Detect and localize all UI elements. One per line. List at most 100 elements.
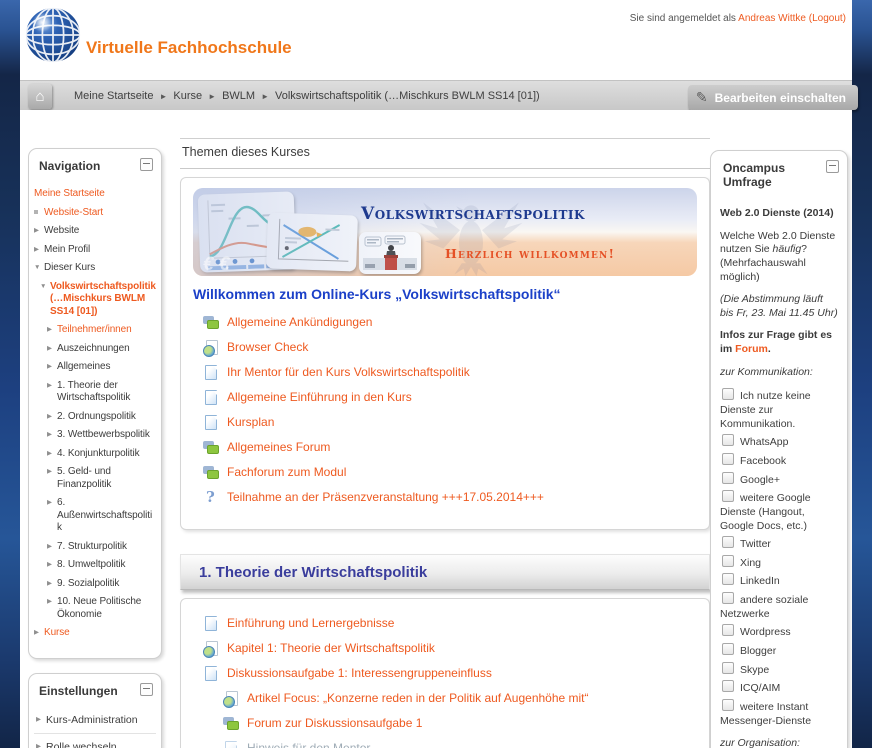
tree-expander-icon[interactable] <box>47 361 57 371</box>
resource-row[interactable]: Ihr Mentor für den Kurs Volkswirtschafts… <box>203 365 699 381</box>
nav-item-label[interactable]: Website-Start <box>44 207 103 220</box>
nav-item[interactable]: Auszeichnungen <box>47 343 156 356</box>
resource-row[interactable]: Hinweis für den Mentor <box>223 741 699 748</box>
nav-item[interactable]: 8. Umweltpolitik <box>47 559 156 572</box>
nav-item[interactable]: 4. Konjunkturpolitik <box>47 448 156 461</box>
resource-row[interactable]: Kursplan <box>203 415 699 431</box>
resource-link[interactable]: Allgemeine Ankündigungen <box>227 315 372 331</box>
checkbox[interactable] <box>722 555 734 567</box>
nav-item[interactable]: Allgemeines <box>47 361 156 374</box>
site-title[interactable]: Virtuelle Fachhochschule <box>86 38 292 58</box>
checkbox[interactable] <box>722 490 734 502</box>
nav-item-label[interactable]: Volkswirtschaftspolitik (…Mischkurs BWLM… <box>50 281 156 319</box>
settings-item-label[interactable]: Rolle wechseln... <box>46 741 125 748</box>
settings-item[interactable]: Kurs-Administration <box>34 707 156 734</box>
tree-expander-icon[interactable] <box>47 596 57 606</box>
nav-item[interactable]: 2. Ordnungspolitik <box>47 411 156 424</box>
nav-item-label[interactable]: Teilnehmer/innen <box>57 324 132 337</box>
checkbox[interactable] <box>722 699 734 711</box>
checkbox[interactable] <box>722 434 734 446</box>
checkbox[interactable] <box>722 453 734 465</box>
nav-item-label[interactable]: 10. Neue Politische Ökonomie <box>57 596 156 621</box>
nav-item[interactable]: Mein Profil <box>34 244 156 257</box>
resource-row[interactable]: Diskussionsaufgabe 1: Interessengruppene… <box>203 666 699 682</box>
checkbox[interactable] <box>722 472 734 484</box>
nav-item-label[interactable]: Dieser Kurs <box>44 262 95 275</box>
breadcrumb-item[interactable]: BWLM <box>222 90 255 102</box>
tree-expander-icon[interactable] <box>47 448 57 458</box>
nav-item[interactable]: 10. Neue Politische Ökonomie <box>47 596 156 621</box>
resource-row[interactable]: Fachforum zum Modul <box>203 465 699 481</box>
edit-mode-button[interactable]: ✎ Bearbeiten einschalten <box>688 85 858 110</box>
checkbox[interactable] <box>722 643 734 655</box>
resource-row[interactable]: Artikel Focus: „Konzerne reden in der Po… <box>223 691 699 707</box>
resource-link[interactable]: Teilnahme an der Präsenzveranstaltung ++… <box>227 490 544 506</box>
resource-link[interactable]: Kapitel 1: Theorie der Wirtschaftspoliti… <box>227 641 435 657</box>
tree-expander-icon[interactable] <box>40 281 50 291</box>
nav-item-label[interactable]: 6. Außenwirtschaftspolitik <box>57 497 156 535</box>
checkbox[interactable] <box>722 592 734 604</box>
tree-expander-icon[interactable] <box>34 244 44 254</box>
nav-item-label[interactable]: Mein Profil <box>44 244 90 257</box>
resource-link[interactable]: Forum zur Diskussionsaufgabe 1 <box>247 716 422 732</box>
tree-expander-icon[interactable] <box>36 741 46 748</box>
nav-item-label[interactable]: 5. Geld- und Finanzpolitik <box>57 466 156 491</box>
resource-row[interactable]: Kapitel 1: Theorie der Wirtschaftspoliti… <box>203 641 699 657</box>
tree-expander-icon[interactable] <box>47 343 57 353</box>
nav-item-label[interactable]: Auszeichnungen <box>57 343 130 356</box>
home-button[interactable]: ⌂ <box>28 84 52 109</box>
nav-item[interactable]: 9. Sozialpolitik <box>47 578 156 591</box>
tree-expander-icon[interactable] <box>34 225 44 235</box>
resource-link[interactable]: Kursplan <box>227 415 274 431</box>
resource-row[interactable]: Teilnahme an der Präsenzveranstaltung ++… <box>203 490 699 506</box>
nav-item-label[interactable]: 3. Wettbewerbspolitik <box>57 429 150 442</box>
nav-item[interactable]: Teilnehmer/innen <box>47 324 156 337</box>
resource-row[interactable]: Forum zur Diskussionsaufgabe 1 <box>223 716 699 732</box>
tree-expander-icon[interactable] <box>36 714 46 724</box>
nav-item-label[interactable]: 9. Sozialpolitik <box>57 578 119 591</box>
tree-expander-icon[interactable] <box>34 207 44 217</box>
tree-expander-icon[interactable] <box>34 262 44 272</box>
nav-item[interactable]: Kurse <box>34 627 156 640</box>
nav-item-label[interactable]: Website <box>44 225 79 238</box>
resource-row[interactable]: Allgemeine Einführung in den Kurs <box>203 390 699 406</box>
nav-item[interactable]: Dieser Kurs <box>34 262 156 275</box>
nav-item[interactable]: Website <box>34 225 156 238</box>
nav-item-label[interactable]: 7. Strukturpolitik <box>57 541 127 554</box>
checkbox[interactable] <box>722 662 734 674</box>
checkbox[interactable] <box>722 536 734 548</box>
nav-item[interactable]: 5. Geld- und Finanzpolitik <box>47 466 156 491</box>
nav-item[interactable]: Meine Startseite <box>34 188 156 201</box>
breadcrumb-item[interactable]: Volkswirtschaftspolitik (…Mischkurs BWLM… <box>275 90 540 102</box>
resource-row[interactable]: Allgemeines Forum <box>203 440 699 456</box>
settings-item[interactable]: Rolle wechseln... <box>34 734 156 748</box>
collapse-block-icon[interactable] <box>826 160 839 173</box>
user-profile-link[interactable]: Andreas Wittke <box>738 13 806 24</box>
resource-link[interactable]: Diskussionsaufgabe 1: Interessengruppene… <box>227 666 492 682</box>
nav-item[interactable]: Volkswirtschaftspolitik (…Mischkurs BWLM… <box>40 281 156 319</box>
nav-item[interactable]: 3. Wettbewerbspolitik <box>47 429 156 442</box>
resource-link[interactable]: Ihr Mentor für den Kurs Volkswirtschafts… <box>227 365 470 381</box>
tree-expander-icon[interactable] <box>47 380 57 390</box>
breadcrumb-item[interactable]: Kurse <box>173 90 202 102</box>
nav-item[interactable]: 1. Theorie der Wirtschaftspolitik <box>47 380 156 405</box>
tree-expander-icon[interactable] <box>47 429 57 439</box>
tree-expander-icon[interactable] <box>47 324 57 334</box>
resource-row[interactable]: Browser Check <box>203 340 699 356</box>
forum-link[interactable]: Forum <box>735 343 768 355</box>
nav-item-label[interactable]: Kurse <box>44 627 70 640</box>
resource-link[interactable]: Allgemeine Einführung in den Kurs <box>227 390 412 406</box>
tree-expander-icon[interactable] <box>47 497 57 507</box>
tree-expander-icon[interactable] <box>47 541 57 551</box>
settings-item-label[interactable]: Kurs-Administration <box>46 714 138 726</box>
nav-item[interactable]: 6. Außenwirtschaftspolitik <box>47 497 156 535</box>
collapse-block-icon[interactable] <box>140 683 153 696</box>
checkbox[interactable] <box>722 680 734 692</box>
resource-link[interactable]: Artikel Focus: „Konzerne reden in der Po… <box>247 691 589 707</box>
resource-row[interactable]: Allgemeine Ankündigungen <box>203 315 699 331</box>
tree-expander-icon[interactable] <box>47 411 57 421</box>
resource-link[interactable]: Hinweis für den Mentor <box>247 741 370 748</box>
nav-item-label[interactable]: 8. Umweltpolitik <box>57 559 125 572</box>
nav-item-label[interactable]: 2. Ordnungspolitik <box>57 411 136 424</box>
tree-expander-icon[interactable] <box>47 578 57 588</box>
